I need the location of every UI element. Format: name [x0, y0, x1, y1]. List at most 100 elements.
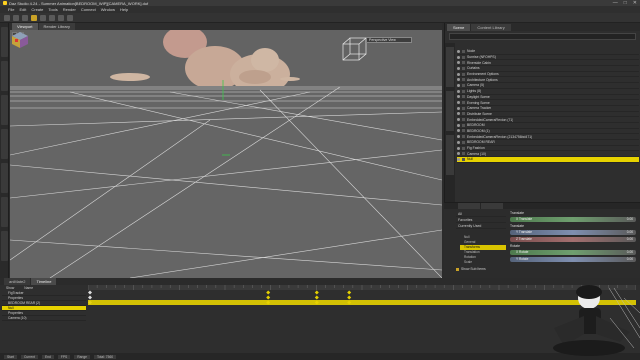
left-tab-5[interactable]	[1, 163, 8, 193]
expand-icon[interactable]	[462, 66, 465, 70]
menu-render[interactable]: Render	[63, 7, 76, 12]
expand-icon[interactable]	[462, 55, 465, 59]
status-start[interactable]: Start	[4, 354, 17, 359]
visibility-icon[interactable]	[457, 106, 460, 110]
expand-icon[interactable]	[462, 123, 465, 127]
visibility-icon[interactable]	[457, 129, 460, 133]
group-header[interactable]: Translate	[508, 224, 638, 229]
side-tab-2[interactable]	[446, 91, 454, 131]
visibility-icon[interactable]	[457, 152, 460, 156]
expand-icon[interactable]	[462, 152, 465, 156]
expand-icon[interactable]	[462, 129, 465, 133]
left-tab-1[interactable]	[1, 27, 8, 57]
scene-search-input[interactable]	[449, 33, 636, 40]
tab-timeline[interactable]: Timeline	[31, 278, 57, 285]
timeline-track[interactable]: Camera (10)	[2, 316, 86, 321]
expand-icon[interactable]	[462, 78, 465, 82]
visibility-icon[interactable]	[457, 66, 460, 70]
side-tab-3[interactable]	[446, 135, 454, 175]
new-scene-icon[interactable]	[4, 14, 10, 21]
keyframe-marker[interactable]	[266, 295, 271, 300]
category-currently-used[interactable]: Currently Used	[456, 223, 506, 229]
translate-tool-icon[interactable]	[40, 14, 46, 21]
params-tab-2[interactable]	[481, 203, 503, 209]
save-icon[interactable]	[22, 14, 28, 21]
scene-item-selected[interactable]: Null	[457, 157, 639, 163]
scale-tool-icon[interactable]	[58, 14, 64, 21]
visibility-icon[interactable]	[457, 146, 460, 150]
rotate-tool-icon[interactable]	[49, 14, 55, 21]
menu-connect[interactable]: Connect	[81, 7, 96, 12]
expand-icon[interactable]	[462, 140, 465, 144]
menu-create[interactable]: Create	[31, 7, 43, 12]
expand-icon[interactable]	[462, 49, 465, 53]
keyframe-marker[interactable]	[88, 295, 92, 300]
keyframe-marker[interactable]	[266, 290, 271, 295]
visibility-icon[interactable]	[457, 49, 460, 53]
menu-window[interactable]: Window	[101, 7, 115, 12]
expand-icon[interactable]	[462, 106, 465, 110]
expand-icon[interactable]	[462, 83, 465, 87]
3d-viewport[interactable]: Perspective View	[10, 30, 442, 278]
side-tab-1[interactable]	[446, 47, 454, 87]
slider-y-rotate[interactable]: Y Rotate 0.00	[510, 257, 636, 262]
navigation-cube-icon[interactable]	[10, 30, 30, 50]
show-sub-items-checkbox[interactable]	[456, 267, 459, 271]
expand-icon[interactable]	[462, 61, 465, 65]
menu-help[interactable]: Help	[120, 7, 128, 12]
left-tab-6[interactable]	[1, 197, 8, 227]
menu-edit[interactable]: Edit	[19, 7, 26, 12]
show-sub-items[interactable]: Show Sub Items	[456, 267, 486, 271]
tab-viewport[interactable]: Viewport	[12, 23, 38, 30]
keyframe-marker[interactable]	[347, 290, 352, 295]
expand-icon[interactable]	[462, 89, 465, 93]
status-range[interactable]: Range	[74, 354, 90, 359]
visibility-icon[interactable]	[457, 83, 460, 87]
tab-scene[interactable]: Scene	[447, 24, 471, 31]
left-tab-3[interactable]	[1, 95, 8, 125]
group-header[interactable]: Translate	[508, 211, 638, 216]
expand-icon[interactable]	[462, 95, 465, 99]
visibility-icon[interactable]	[457, 89, 460, 93]
keyframe-marker[interactable]	[314, 290, 319, 295]
visibility-icon[interactable]	[457, 112, 460, 116]
keyframe-marker[interactable]	[347, 295, 352, 300]
expand-icon[interactable]	[462, 72, 465, 76]
expand-icon[interactable]	[462, 112, 465, 116]
slider-x-translate[interactable]: X Translate 0.00	[510, 217, 636, 222]
keyframe-marker[interactable]	[88, 290, 92, 295]
expand-icon[interactable]	[462, 118, 465, 122]
visibility-icon[interactable]	[457, 123, 460, 127]
visibility-icon[interactable]	[457, 61, 460, 65]
expand-icon[interactable]	[462, 135, 465, 139]
universal-tool-icon[interactable]	[31, 14, 37, 21]
visibility-icon[interactable]	[457, 140, 460, 144]
menu-file[interactable]: File	[8, 7, 14, 12]
status-current[interactable]: Current	[20, 354, 38, 359]
keyframe-marker[interactable]	[314, 295, 319, 300]
group-header[interactable]: Rotate	[508, 244, 638, 249]
tab-animate2[interactable]: aniMate2	[4, 278, 31, 285]
left-tab-7[interactable]	[1, 231, 8, 261]
slider-z-translate[interactable]: Z Translate 0.00	[510, 237, 636, 242]
visibility-icon[interactable]	[457, 78, 460, 82]
render-icon[interactable]	[67, 14, 73, 21]
expand-icon[interactable]	[462, 146, 465, 150]
visibility-icon[interactable]	[457, 157, 460, 161]
visibility-icon[interactable]	[457, 72, 460, 76]
visibility-icon[interactable]	[457, 118, 460, 122]
visibility-icon[interactable]	[457, 95, 460, 99]
slider-y-translate[interactable]: Y Translate 0.00	[510, 230, 636, 235]
left-tab-2[interactable]	[1, 61, 8, 91]
status-end[interactable]: End	[41, 354, 54, 359]
menu-tools[interactable]: Tools	[48, 7, 57, 12]
camera-select[interactable]: Perspective View	[366, 37, 412, 43]
left-tab-4[interactable]	[1, 129, 8, 159]
expand-icon[interactable]	[462, 157, 465, 161]
params-tab-1[interactable]	[458, 203, 480, 209]
expand-icon[interactable]	[462, 101, 465, 105]
visibility-icon[interactable]	[457, 101, 460, 105]
visibility-icon[interactable]	[457, 135, 460, 139]
tree-item[interactable]: Scale	[460, 260, 506, 265]
slider-x-rotate[interactable]: X Rotate 0.00	[510, 250, 636, 255]
